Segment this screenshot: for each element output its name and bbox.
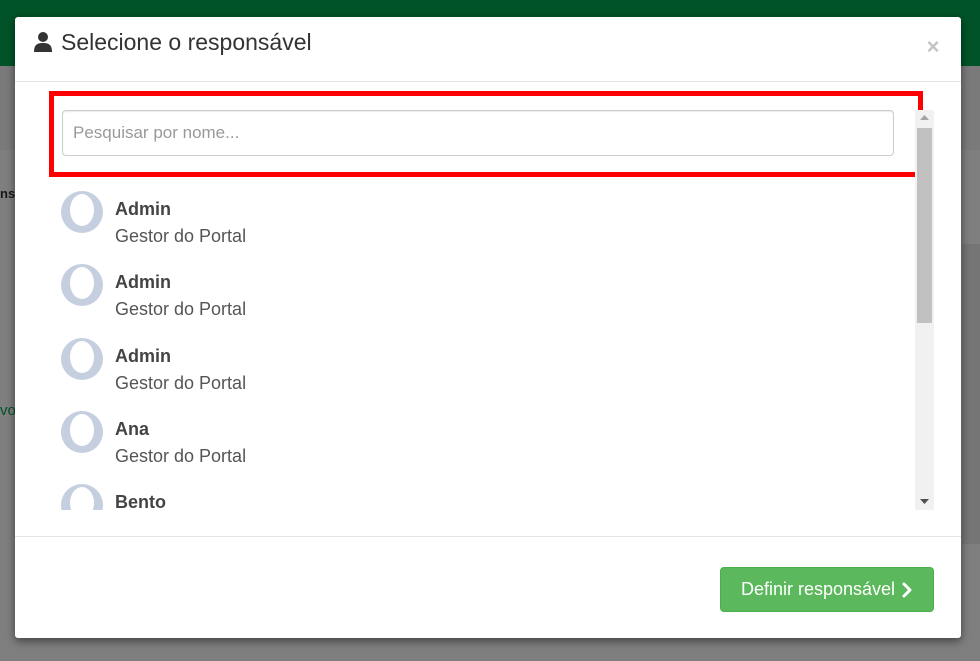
- close-button[interactable]: ×: [921, 35, 945, 59]
- scroll-down-arrow-icon[interactable]: [915, 494, 934, 510]
- user-list-item[interactable]: Bento: [49, 470, 915, 510]
- modal-header: Selecione o responsável ×: [15, 17, 961, 82]
- avatar-icon: [61, 338, 103, 380]
- scrollbar-thumb[interactable]: [917, 128, 932, 323]
- user-name: Ana: [115, 419, 150, 439]
- modal-footer: Definir responsável: [15, 536, 961, 638]
- user-role: Gestor do Portal: [115, 226, 247, 246]
- chevron-right-icon: [902, 582, 912, 597]
- define-responsible-button[interactable]: Definir responsável: [720, 567, 934, 612]
- list-scrollbar[interactable]: [915, 110, 934, 510]
- user-list-item[interactable]: Ana Gestor do Portal: [49, 397, 915, 467]
- user-name: Admin: [115, 346, 171, 366]
- user-list-item[interactable]: Admin Gestor do Portal: [49, 250, 915, 320]
- scroll-up-arrow-icon[interactable]: [915, 110, 934, 126]
- user-name: Admin: [115, 272, 171, 292]
- user-role: Gestor do Portal: [115, 373, 247, 393]
- search-input[interactable]: [62, 110, 894, 156]
- user-role: Gestor do Portal: [115, 446, 247, 466]
- user-list[interactable]: Admin Gestor do Portal Admin Gestor do P…: [49, 177, 915, 510]
- user-name: Admin: [115, 199, 171, 219]
- select-responsible-modal: Selecione o responsável × Admin Gestor d…: [15, 17, 961, 638]
- user-role: Gestor do Portal: [115, 299, 247, 319]
- user-list-item[interactable]: Admin Gestor do Portal: [49, 324, 915, 394]
- avatar-icon: [61, 411, 103, 453]
- avatar-icon: [61, 484, 103, 510]
- modal-title: Selecione o responsável: [61, 29, 312, 55]
- avatar-icon: [61, 264, 103, 306]
- user-list-item[interactable]: Admin Gestor do Portal: [49, 177, 915, 247]
- user-icon: [34, 32, 52, 52]
- define-responsible-label: Definir responsável: [740, 579, 896, 599]
- avatar-icon: [61, 191, 103, 233]
- user-name: Bento: [115, 492, 166, 510]
